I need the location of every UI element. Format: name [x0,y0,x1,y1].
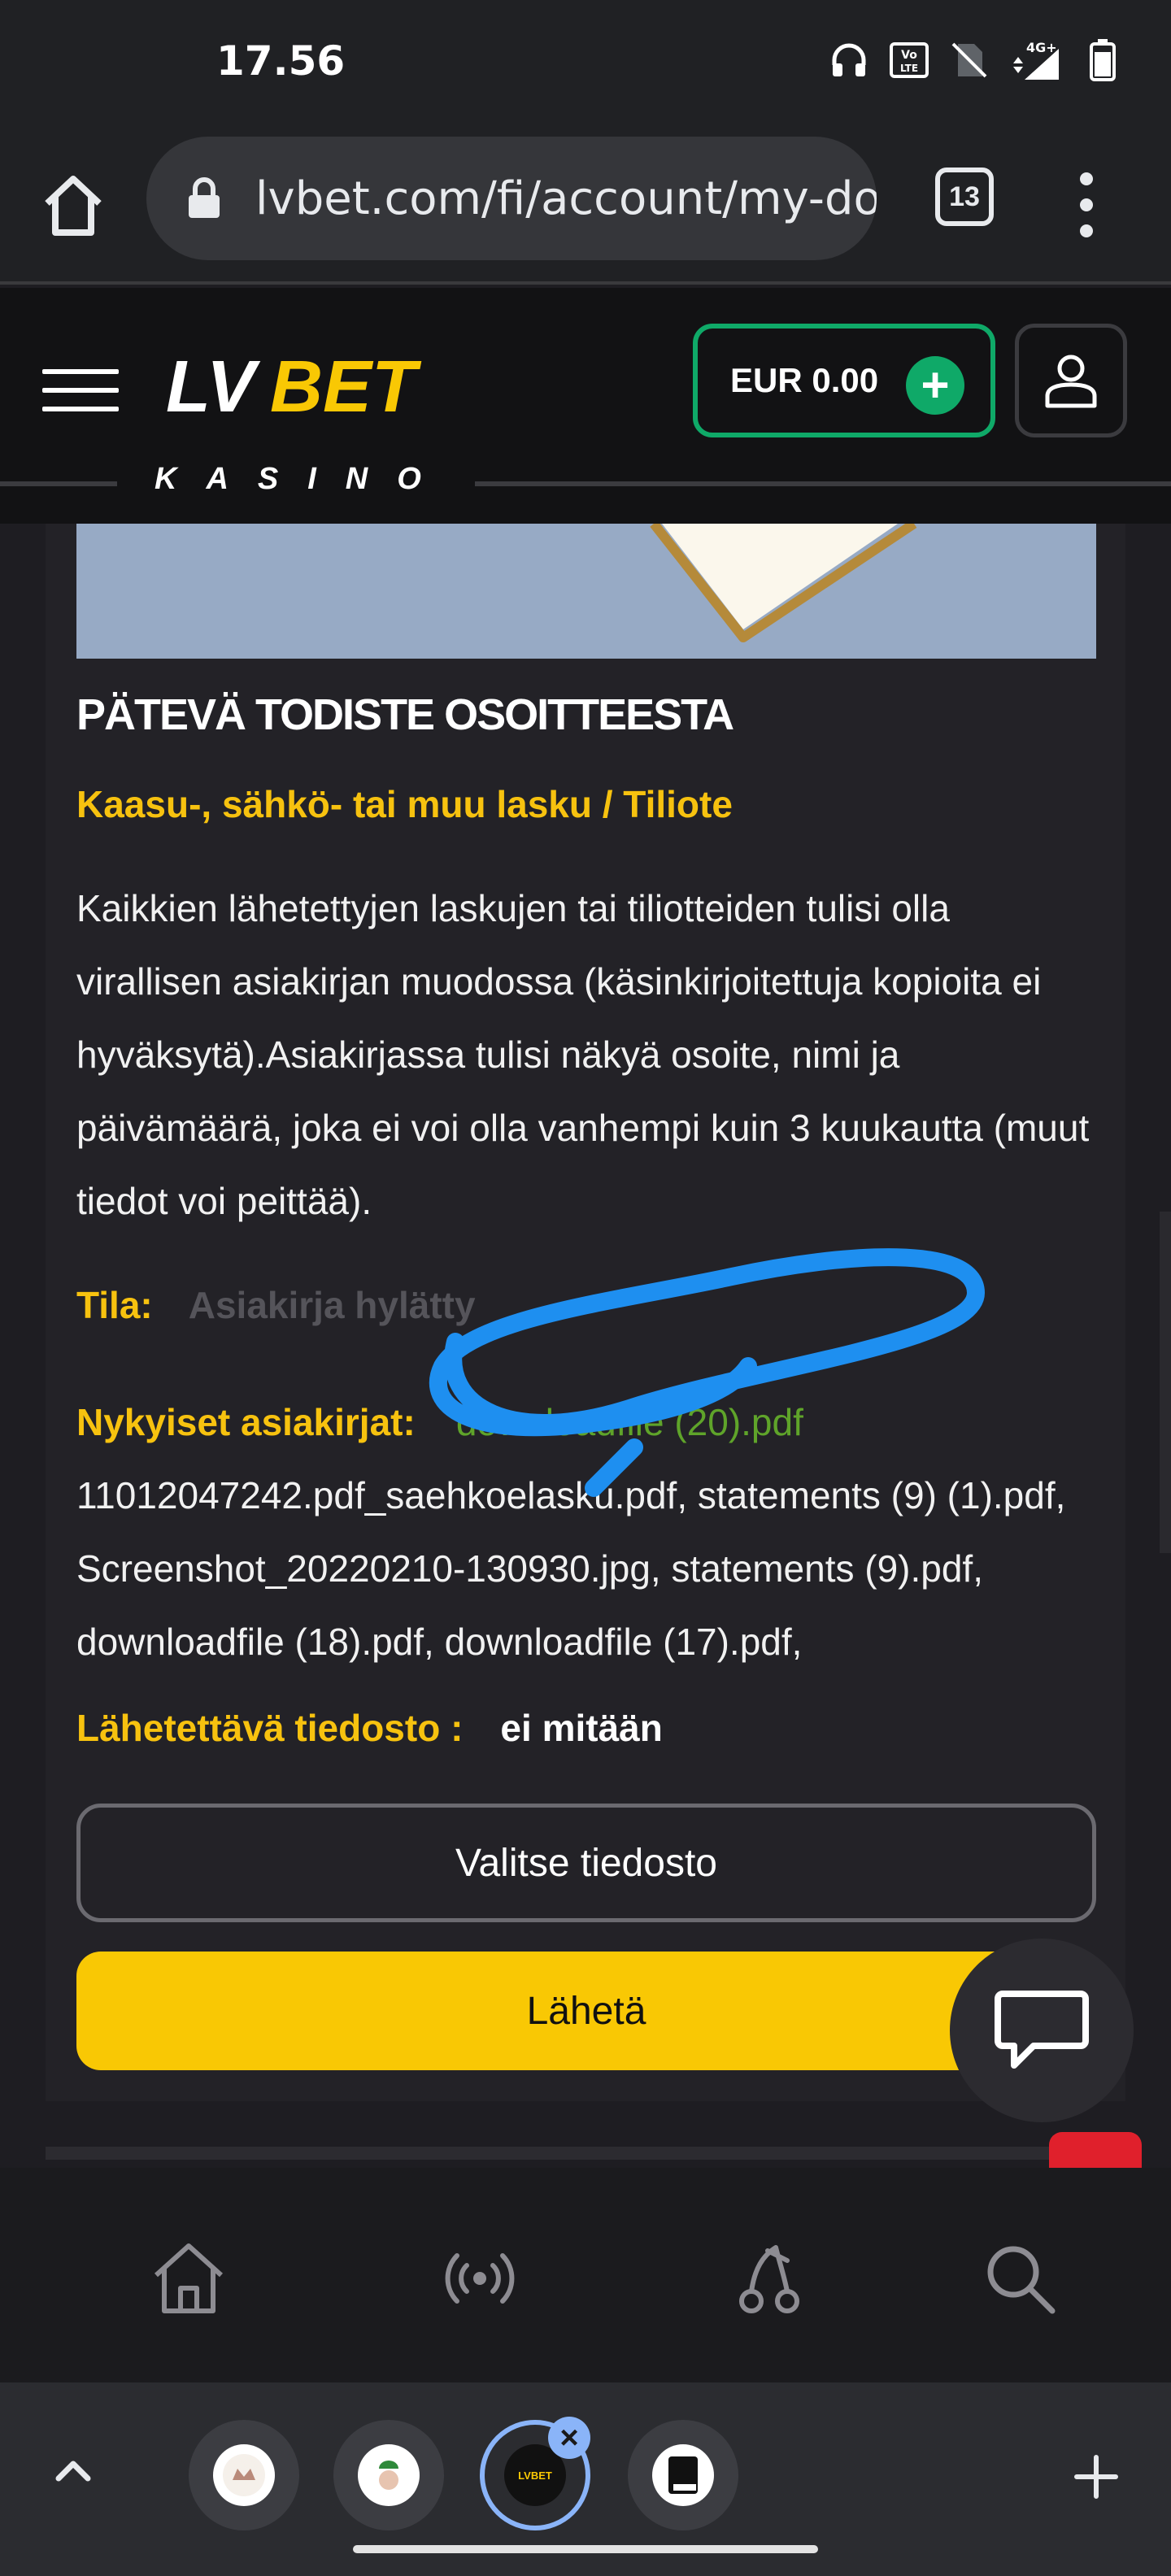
upload-file-row: Lähetettävä tiedosto : ei mitään [76,1706,663,1750]
current-documents-label: Nykyiset asiakirjat: [76,1401,416,1443]
cherries-icon [739,2245,799,2313]
volte-icon: Vo LTE [890,39,929,81]
account-button[interactable] [1015,324,1127,437]
home-icon [45,176,102,236]
header-divider [475,481,1171,486]
tab-2[interactable] [333,2420,444,2530]
site-bottom-nav [0,2168,1171,2382]
status-icons: Vo LTE 4G+ [829,39,1122,81]
menu-dot [1080,198,1093,211]
document-title: PÄTEVÄ TODISTE OSOITTEESTA [76,690,734,739]
lvbet-logo[interactable]: LV BET [166,342,434,431]
tab-favicon-icon [358,2444,420,2506]
live-icon [445,2253,515,2304]
url-text: lvbet.com/fi/account/my-do [255,172,877,225]
lock-icon [187,177,221,220]
battery-icon [1083,39,1122,81]
hamburger-line [42,369,119,374]
chat-icon [995,1991,1089,2069]
new-tab-button[interactable] [1070,2451,1122,2503]
nav-search[interactable] [979,2238,1060,2319]
search-icon [987,2246,1056,2314]
svg-text:LTE: LTE [900,63,918,74]
plus-icon [1074,2455,1118,2499]
current-documents-list: 11012047242.pdf_saehkoelasku.pdf, statem… [76,1474,1066,1663]
logo-lv: LV [166,346,261,428]
hamburger-menu-button[interactable] [42,369,119,411]
status-label: Tila: [76,1284,153,1326]
plus-icon: + [906,356,964,415]
close-tab-button[interactable]: × [548,2417,590,2459]
live-chat-button[interactable] [950,1939,1134,2122]
expand-tabs-button[interactable] [49,2446,98,2495]
nav-live[interactable] [439,2238,520,2319]
next-card-edge [46,2147,1125,2160]
status-value: Asiakirja hylätty [188,1284,476,1326]
browser-tab-strip: LVBET × [0,2382,1171,2576]
svg-text:Vo: Vo [901,49,917,62]
scroll-top-tab[interactable] [1049,2132,1142,2169]
hamburger-line [42,388,119,393]
hamburger-line [42,407,119,411]
current-documents: Nykyiset asiakirjat: downloadfile (20).pd… [76,1386,1101,1678]
upload-value: ei mitään [500,1707,663,1749]
browser-toolbar: lvbet.com/fi/account/my-do 13 [0,130,1171,285]
browser-home-button[interactable] [36,168,111,242]
home-icon [154,2243,224,2313]
choose-file-button[interactable]: Valitse tiedosto [76,1804,1096,1922]
site-header: LV BET KASINO EUR 0.00 + [0,288,1171,524]
svg-text:4G+: 4G+ [1026,40,1057,55]
status-bar: 17.56 Vo LTE 4G+ [0,0,1171,130]
document-illustration [76,524,1096,659]
user-icon [1045,355,1097,408]
menu-dot [1080,224,1093,237]
signal-icon: 4G+ [1010,39,1062,81]
logo-subtitle: KASINO [155,462,451,496]
nav-home[interactable] [148,2238,229,2319]
address-bar[interactable]: lvbet.com/fi/account/my-do [146,137,877,260]
menu-dot [1080,172,1093,185]
tab-favicon-icon [652,2444,714,2506]
chevron-up-icon [55,2461,91,2482]
screen: 17.56 Vo LTE 4G+ lvbet.com/fi/account/my… [0,0,1171,2576]
browser-menu-button[interactable] [1072,172,1101,237]
logo-bet: BET [270,346,422,428]
document-card: PÄTEVÄ TODISTE OSOITTEESTA Kaasu-, sähkö… [46,524,1125,2101]
send-button[interactable]: Lähetä [76,1952,1096,2070]
header-divider [0,481,117,486]
tab-1[interactable] [189,2420,299,2530]
balance-deposit-button[interactable]: EUR 0.00 + [693,324,995,437]
nav-casino[interactable] [729,2238,810,2319]
current-document-link[interactable]: downloadfile (20).pdf [456,1401,803,1443]
status-time: 17.56 [216,37,346,85]
tab-switcher-button[interactable]: 13 [935,168,994,226]
headphones-icon [829,39,868,81]
tab-lvbet[interactable]: LVBET × [480,2417,590,2530]
document-description: Kaikkien lähetettyjen laskujen tai tilio… [76,887,1090,1222]
no-sim-icon [950,39,989,81]
balance-text: EUR 0.00 [730,361,879,399]
upload-label: Lähetettävä tiedosto : [76,1707,464,1749]
document-status: Tila: Asiakirja hylätty [76,1283,476,1327]
page-scrollbar[interactable] [1160,1212,1171,1553]
tab-favicon-icon [213,2444,275,2506]
tab-4[interactable] [628,2420,738,2530]
document-subtitle: Kaasu-, sähkö- tai muu lasku / Tiliote [76,783,733,825]
gesture-bar[interactable] [353,2545,818,2553]
